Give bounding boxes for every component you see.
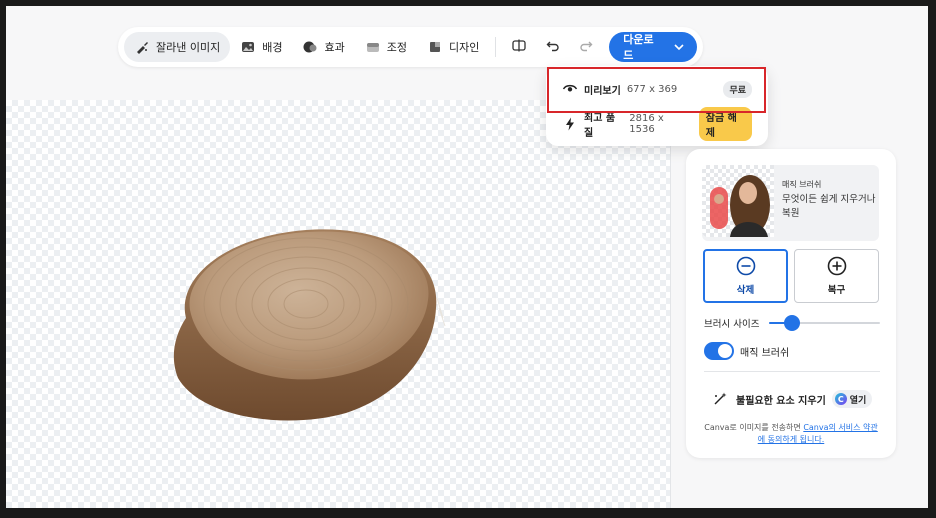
brush-size-row: 브러시 사이즈 <box>704 314 880 332</box>
brush-cutout-icon <box>134 39 150 55</box>
brush-size-label: 브러시 사이즈 <box>704 319 760 330</box>
hq-dims: 2816 x 1536 <box>629 113 664 135</box>
chevron-down-icon <box>673 41 685 53</box>
magic-brush-description: 무엇이든 쉽게 지우거나 복원 <box>782 194 876 219</box>
erase-button[interactable]: 삭제 <box>703 249 788 303</box>
legal-notice: Canva로 이미지를 전송하면 Canva의 서비스 약관 에 동의하게 됩니… <box>700 422 882 446</box>
magic-brush-toggle-row: 매직 브러쉬 <box>704 341 789 361</box>
highlight-annotation <box>547 67 766 113</box>
adjust-icon <box>365 39 381 55</box>
tab-design-label: 디자인 <box>448 41 480 54</box>
tab-effects-label: 효과 <box>324 41 345 54</box>
tab-cutout[interactable]: 잘라낸 이미지 <box>124 32 231 62</box>
cutout-object-image <box>156 218 446 428</box>
tab-cutout-label: 잘라낸 이미지 <box>156 41 221 54</box>
tab-adjust-label: 조정 <box>386 41 407 54</box>
tab-design[interactable]: 디자인 <box>417 32 489 62</box>
open-button[interactable]: C 열기 <box>831 390 873 408</box>
download-button[interactable]: 다운로드 <box>609 32 697 62</box>
redo-button[interactable] <box>570 32 604 62</box>
tab-effects[interactable]: 효과 <box>292 32 354 62</box>
magic-erase-label: 불필요한 요소 지우기 <box>736 395 826 407</box>
plus-circle-icon <box>827 256 847 279</box>
erase-label: 삭제 <box>736 285 755 296</box>
app-window: 잘라낸 이미지 배경 효과 조정 디자인 다운로드 미리보기 677 x 369… <box>6 6 928 508</box>
tab-adjust[interactable]: 조정 <box>355 32 417 62</box>
tab-background-label: 배경 <box>262 41 283 54</box>
hq-label: 최고 품질 <box>584 113 616 139</box>
undo-button[interactable] <box>536 32 570 62</box>
slider-knob[interactable] <box>783 315 800 331</box>
compare-button[interactable] <box>502 32 536 62</box>
undo-icon <box>545 37 561 57</box>
magic-erase-row[interactable]: 불필요한 요소 지우기 C 열기 <box>712 389 873 409</box>
lightning-icon <box>562 116 578 132</box>
panel-divider <box>704 371 880 372</box>
magic-wand-icon <box>712 391 728 407</box>
restore-button[interactable]: 복구 <box>794 249 879 303</box>
brush-size-slider[interactable] <box>769 314 880 332</box>
legal-prefix: Canva로 이미지를 전송하면 <box>704 423 804 432</box>
redo-icon <box>578 37 594 57</box>
minus-circle-icon <box>736 256 756 279</box>
compare-icon <box>511 37 527 57</box>
canvas-divider <box>670 100 671 508</box>
magic-brush-card: 매직 브러쉬 무엇이든 쉽게 지우거나 복원 <box>702 165 879 241</box>
menu-item-best-quality[interactable]: 최고 품질 2816 x 1536 잠금 해제 <box>562 107 752 141</box>
restore-label: 복구 <box>827 285 846 296</box>
image-icon <box>240 39 256 55</box>
tab-background[interactable]: 배경 <box>230 32 292 62</box>
magic-brush-panel: 매직 브러쉬 무엇이든 쉽게 지우거나 복원 삭제 복구 브러시 사이즈 매직 … <box>686 149 896 458</box>
toolbar-separator <box>495 37 497 57</box>
effects-icon <box>302 39 318 55</box>
magic-brush-thumbnail <box>702 165 774 237</box>
design-icon <box>427 39 443 55</box>
magic-brush-title: 매직 브러쉬 <box>782 180 822 189</box>
open-label: 열기 <box>849 395 867 406</box>
editor-toolbar: 잘라낸 이미지 배경 효과 조정 디자인 다운로드 <box>118 27 703 67</box>
download-label: 다운로드 <box>623 33 654 62</box>
magic-brush-toggle[interactable] <box>704 342 734 360</box>
toggle-label: 매직 브러쉬 <box>740 347 790 359</box>
canva-logo-icon: C <box>834 393 847 405</box>
